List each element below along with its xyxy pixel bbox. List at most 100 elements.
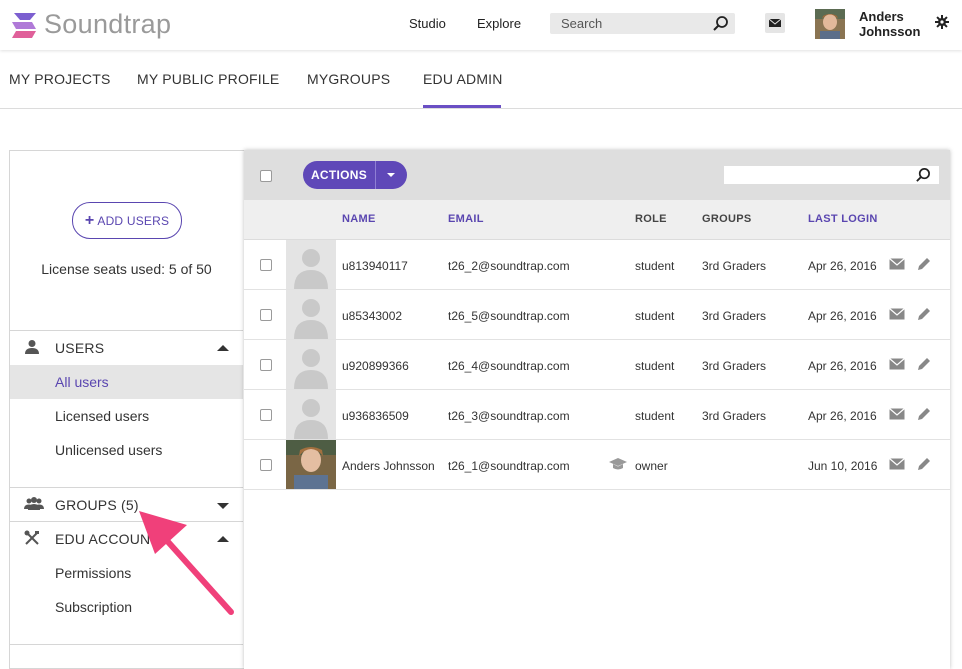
divider [10, 644, 243, 645]
add-users-label: ADD USERS [97, 213, 170, 228]
select-all-checkbox[interactable] [260, 170, 272, 182]
user-last-login: Apr 26, 2016 [808, 409, 877, 423]
user-groups: 3rd Graders [702, 409, 767, 423]
table-search-input[interactable] [724, 166, 939, 184]
user-icon [25, 340, 39, 354]
avatar [286, 440, 336, 489]
sidebar-item-label: Licensed users [55, 408, 150, 424]
table-row[interactable]: u920899366 t26_4@soundtrap.com student 3… [244, 340, 950, 390]
user-last-login: Jun 10, 2016 [808, 459, 878, 473]
default-avatar-icon [294, 249, 328, 289]
active-tab-indicator [423, 105, 501, 108]
mail-icon[interactable] [889, 408, 905, 420]
user-groups: 3rd Graders [702, 359, 767, 373]
mail-icon [768, 18, 782, 27]
row-checkbox[interactable] [260, 259, 272, 271]
mail-icon[interactable] [889, 358, 905, 370]
user-photo [286, 440, 336, 489]
groups-section-label: GROUPS (5) [55, 497, 139, 513]
user-groups: 3rd Graders [702, 309, 767, 323]
add-users-button[interactable]: + ADD USERS [72, 202, 182, 239]
column-groups[interactable]: GROUPS [702, 213, 751, 225]
table-toolbar: ACTIONS [244, 150, 950, 200]
graduation-cap-icon [609, 458, 627, 470]
column-role[interactable]: ROLE [635, 213, 667, 225]
table-header: NAME EMAIL ROLE GROUPS LAST LOGIN [244, 200, 950, 240]
user-email: t26_1@soundtrap.com [448, 459, 570, 473]
user-last-login: Apr 26, 2016 [808, 259, 877, 273]
user-avatar[interactable] [815, 9, 845, 39]
search-icon[interactable] [712, 15, 729, 32]
user-name[interactable]: Anders Johnsson [859, 9, 920, 39]
user-role: student [635, 359, 675, 373]
user-email: t26_5@soundtrap.com [448, 309, 570, 323]
users-section-label: USERS [55, 340, 105, 356]
table-row[interactable]: u85343002 t26_5@soundtrap.com student 3r… [244, 290, 950, 340]
mail-icon[interactable] [889, 458, 905, 470]
group-icon [24, 497, 44, 510]
actions-label: ACTIONS [303, 161, 376, 189]
default-avatar-icon [294, 299, 328, 339]
mail-icon[interactable] [889, 308, 905, 320]
tab-edu-admin[interactable]: EDU ADMIN [423, 71, 503, 87]
plus-icon: + [84, 211, 95, 229]
user-name: u920899366 [342, 359, 409, 373]
user-last-login: Apr 26, 2016 [808, 309, 877, 323]
user-name: u813940117 [342, 259, 408, 273]
gear-icon[interactable] [935, 15, 949, 29]
sidebar-item-label: All users [55, 374, 109, 390]
avatar [286, 290, 336, 339]
pencil-icon[interactable] [916, 257, 931, 272]
user-photo [815, 9, 845, 39]
actions-dropdown-icon[interactable] [376, 161, 407, 189]
sidebar-item-all-users[interactable]: All users [10, 365, 243, 399]
user-email: t26_3@soundtrap.com [448, 409, 570, 423]
user-email: t26_4@soundtrap.com [448, 359, 570, 373]
sidebar-item-licensed-users[interactable]: Licensed users [10, 399, 243, 433]
row-checkbox[interactable] [260, 459, 272, 471]
row-checkbox[interactable] [260, 409, 272, 421]
table-row[interactable]: u936836509 t26_3@soundtrap.com student 3… [244, 390, 950, 440]
avatar [286, 240, 336, 289]
top-bar: Soundtrap Studio Explore Search Anders J… [0, 0, 962, 50]
user-role: owner [635, 459, 668, 473]
mail-icon[interactable] [889, 258, 905, 270]
row-checkbox[interactable] [260, 359, 272, 371]
pencil-icon[interactable] [916, 307, 931, 322]
collapse-caret-icon[interactable] [217, 345, 229, 351]
user-name: u936836509 [342, 409, 409, 423]
column-email[interactable]: EMAIL [448, 213, 484, 225]
search-input[interactable]: Search [550, 13, 735, 34]
avatar [286, 340, 336, 389]
license-seats-text: License seats used: 5 of 50 [41, 261, 212, 277]
messages-button[interactable] [765, 13, 785, 33]
user-last-name: Johnsson [859, 24, 921, 39]
pencil-icon[interactable] [916, 357, 931, 372]
user-first-name: Anders [859, 9, 904, 24]
actions-button[interactable]: ACTIONS [303, 161, 407, 189]
table-row[interactable]: Anders Johnsson t26_1@soundtrap.com owne… [244, 440, 950, 490]
avatar [286, 390, 336, 439]
users-section-header[interactable]: USERS [10, 331, 243, 365]
main-tabs: MY PROJECTS MY PUBLIC PROFILE MYGROUPS E… [0, 50, 962, 109]
pencil-icon[interactable] [916, 457, 931, 472]
nav-explore[interactable]: Explore [477, 16, 521, 31]
user-groups: 3rd Graders [702, 259, 767, 273]
search-icon[interactable] [915, 167, 931, 183]
column-name[interactable]: NAME [342, 213, 376, 225]
logo-text: Soundtrap [44, 9, 172, 39]
sidebar-item-label: Subscription [55, 599, 133, 615]
table-row[interactable]: u813940117 t26_2@soundtrap.com student 3… [244, 240, 950, 290]
column-last-login[interactable]: LAST LOGIN [808, 213, 878, 225]
nav-studio[interactable]: Studio [409, 16, 446, 31]
user-name: u85343002 [342, 309, 403, 323]
tab-my-projects[interactable]: MY PROJECTS [9, 71, 111, 87]
soundtrap-logo[interactable]: Soundtrap [10, 9, 171, 40]
sidebar-item-label: Unlicensed users [55, 442, 163, 458]
tab-mygroups[interactable]: MYGROUPS [307, 71, 390, 87]
sidebar-item-unlicensed-users[interactable]: Unlicensed users [10, 433, 243, 467]
pencil-icon[interactable] [916, 407, 931, 422]
soundtrap-logo-icon [12, 12, 36, 38]
row-checkbox[interactable] [260, 309, 272, 321]
tab-my-public-profile[interactable]: MY PUBLIC PROFILE [137, 71, 279, 87]
